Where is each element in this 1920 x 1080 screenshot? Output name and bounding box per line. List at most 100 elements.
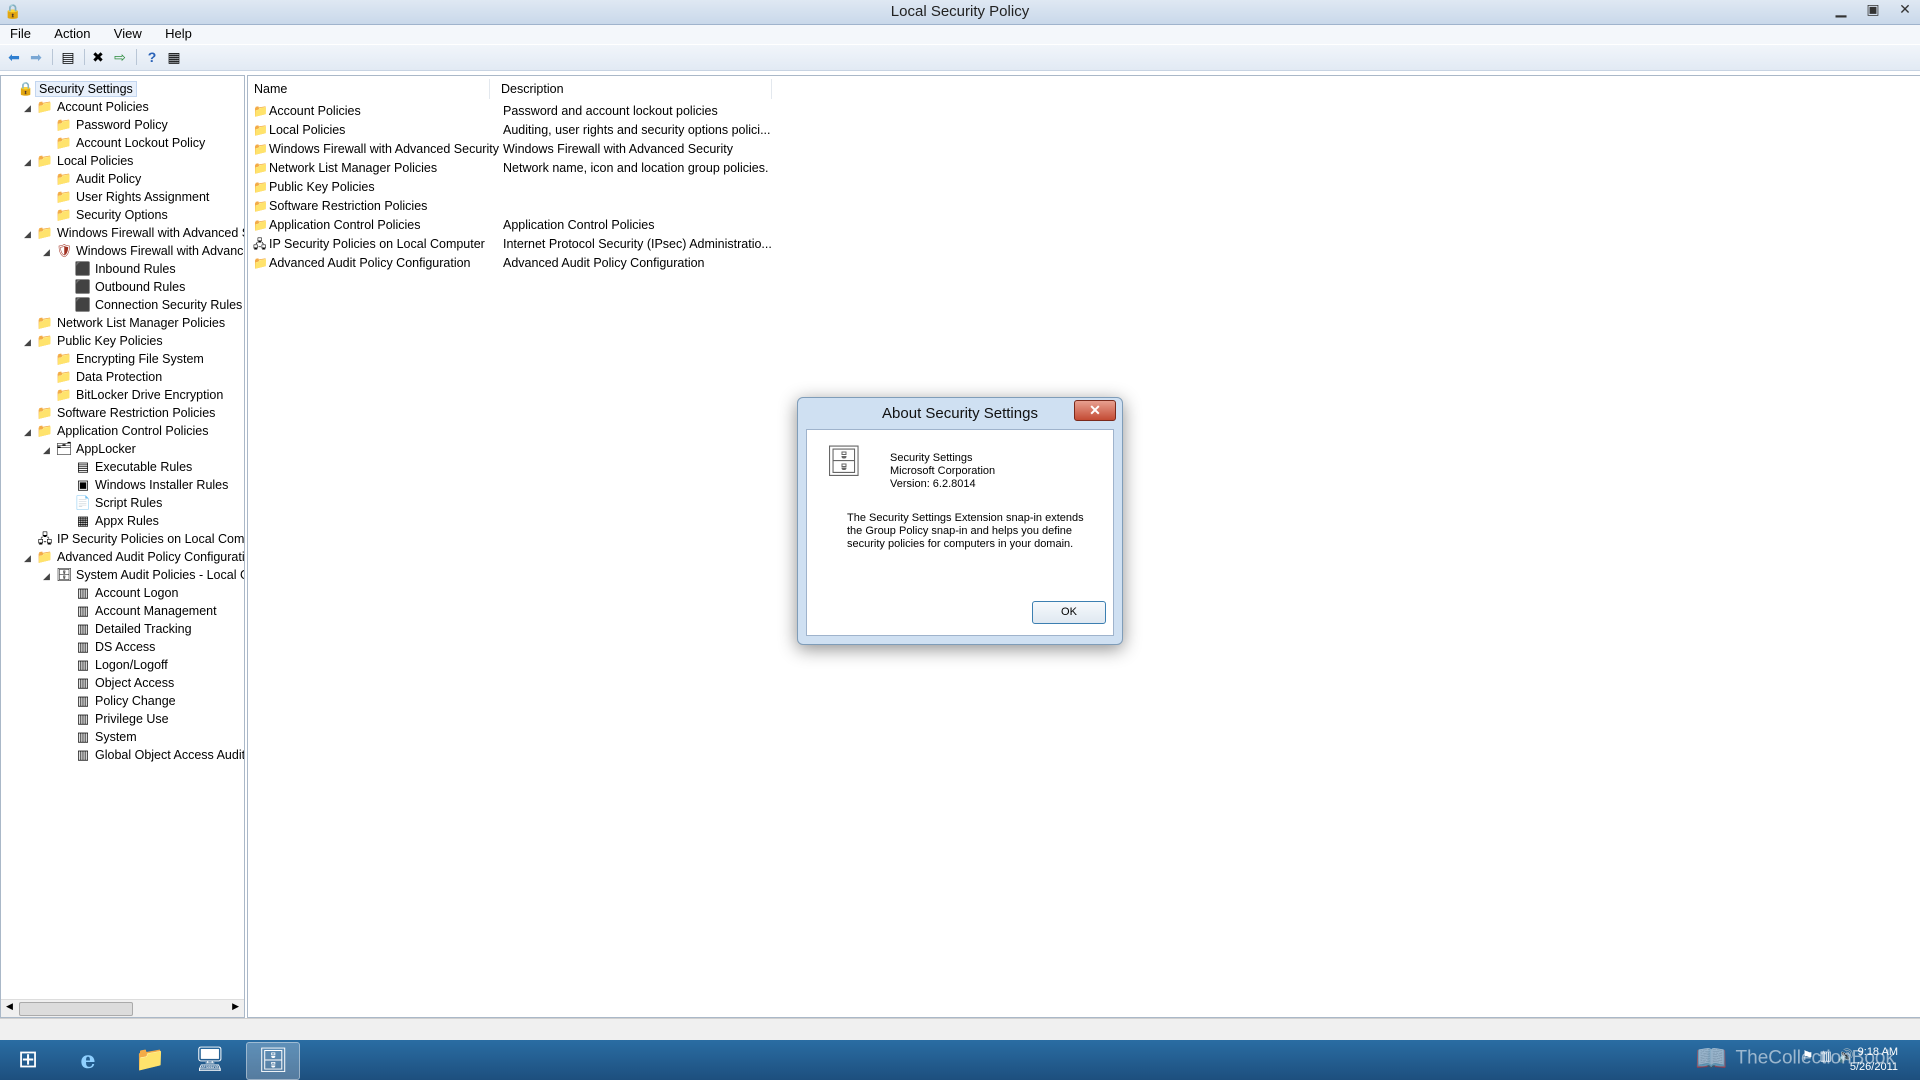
tree-item[interactable]: ⬛ Inbound Rules xyxy=(62,260,179,278)
tree-item[interactable]: 📁 Password Policy xyxy=(43,116,171,134)
folder-icon: 📁 xyxy=(55,387,73,402)
tree-item[interactable]: ▥ DS Access xyxy=(62,638,158,656)
tree-item[interactable]: 🔒 Security Settings xyxy=(5,80,137,98)
expand-arrow-icon[interactable]: ◢ xyxy=(24,99,36,117)
list-item[interactable]: 📁Application Control Policies Application… xyxy=(253,216,654,235)
internet-explorer-icon[interactable]: e xyxy=(62,1042,114,1078)
show-hide-tree-icon[interactable]: ▤ xyxy=(58,48,78,66)
list-item[interactable]: 📁Software Restriction Policies xyxy=(253,197,503,216)
expand-arrow-icon[interactable]: ◢ xyxy=(24,153,36,171)
scroll-right-icon[interactable]: ▶ xyxy=(232,1001,239,1012)
menu-action[interactable]: Action xyxy=(44,25,100,42)
expand-arrow-icon[interactable]: ◢ xyxy=(24,423,36,441)
tree-item[interactable]: ◢ 📁 Public Key Policies xyxy=(24,332,166,350)
minimize-icon[interactable]: ▁ xyxy=(1832,0,1850,18)
list-item[interactable]: 📁Local Policies Auditing, user rights and… xyxy=(253,121,771,140)
tree-item[interactable]: ▥ Policy Change xyxy=(62,692,179,710)
tree-item[interactable]: 📄 Script Rules xyxy=(62,494,165,512)
list-item-name: Application Control Policies xyxy=(269,218,421,232)
tree-item[interactable]: ◢📁Windows Firewall with Advanced Secu xyxy=(24,224,244,243)
tree-item[interactable]: ▥ Account Management xyxy=(62,602,220,620)
tree-item[interactable]: ▤ Executable Rules xyxy=(62,458,195,476)
expand-arrow-icon[interactable]: ◢ xyxy=(43,441,55,459)
list-item[interactable]: 📁Advanced Audit Policy Configuration Adva… xyxy=(253,254,705,273)
tree-item[interactable]: ⬛ Outbound Rules xyxy=(62,278,188,296)
tree-item[interactable]: ▥ System xyxy=(62,728,140,746)
tree-item[interactable]: 📁 BitLocker Drive Encryption xyxy=(43,386,226,404)
scrollbar-thumb[interactable] xyxy=(19,1002,133,1016)
tree-item[interactable]: 📁 Data Protection xyxy=(43,368,165,386)
audit-item-icon: ▥ xyxy=(76,603,90,618)
control-panel-icon[interactable]: 🖥 xyxy=(184,1042,236,1078)
list-item[interactable]: 📁Account Policies Password and account lo… xyxy=(253,102,718,121)
tree-item[interactable]: ▥ Detailed Tracking xyxy=(62,620,195,638)
list-item[interactable]: 📁Network List Manager Policies Network na… xyxy=(253,159,768,178)
local-security-policy-task[interactable]: 🗄 xyxy=(246,1042,300,1080)
tree-item[interactable]: ⬛ Connection Security Rules xyxy=(62,296,244,314)
dialog-close-button[interactable]: ✕ xyxy=(1074,400,1116,421)
ok-button[interactable]: OK xyxy=(1032,601,1106,624)
tree-item-label: Object Access xyxy=(95,676,175,690)
tree-item[interactable]: ◢ 📁 Local Policies xyxy=(24,152,136,170)
tree-item[interactable]: ◢ 🗂 AppLocker xyxy=(43,440,139,458)
tree-item[interactable]: 📁 Network List Manager Policies xyxy=(24,314,228,332)
list-item[interactable]: 📁Public Key Policies xyxy=(253,178,503,197)
tree-item[interactable]: 🖧 IP Security Policies on Local Compute xyxy=(24,530,244,548)
tree-item[interactable]: ▥ Global Object Access Auditing xyxy=(62,746,244,764)
file-explorer-icon[interactable]: 📁 xyxy=(124,1042,176,1078)
tree-item[interactable]: ◢ 📁 Advanced Audit Policy Configuration xyxy=(24,548,244,567)
tree-item[interactable]: 📁 Account Lockout Policy xyxy=(43,134,208,152)
column-header-name[interactable]: Name xyxy=(254,79,490,99)
audit-item-icon: ▥ xyxy=(76,675,90,690)
maximize-icon[interactable]: ▣ xyxy=(1864,0,1882,18)
tree-item-label: Account Logon xyxy=(95,586,179,600)
folder-lock-icon: 📁 xyxy=(253,104,268,118)
menu-view[interactable]: View xyxy=(104,25,152,42)
close-icon[interactable]: ✕ xyxy=(1896,0,1914,18)
expand-arrow-icon[interactable]: ◢ xyxy=(24,333,36,351)
tree-item[interactable]: ▥ Object Access xyxy=(62,674,177,692)
menu-file[interactable]: File xyxy=(0,25,41,42)
tree-item[interactable]: ▥ Privilege Use xyxy=(62,710,172,728)
help-icon[interactable]: ? xyxy=(142,48,162,66)
list-item[interactable]: 🖧 IP Security Policies on Local Computer I… xyxy=(253,235,772,254)
delete-icon[interactable]: ✖ xyxy=(88,48,108,66)
tree-item[interactable]: 📁 Encrypting File System xyxy=(43,350,207,368)
forward-icon[interactable]: ➡ xyxy=(26,48,46,66)
tree-item[interactable]: ◢ 📁 Account Policies xyxy=(24,98,152,116)
scroll-left-icon[interactable]: ◀ xyxy=(6,1001,13,1012)
tree-item[interactable]: 📁 Audit Policy xyxy=(43,170,144,188)
menu-help[interactable]: Help xyxy=(155,25,202,42)
tree-item[interactable]: ▥ Logon/Logoff xyxy=(62,656,171,674)
tree-item[interactable]: 📁 Security Options xyxy=(43,206,171,224)
tree-item[interactable]: ▥ Account Logon xyxy=(62,584,181,602)
folder-icon: 📁 xyxy=(253,256,268,270)
start-button[interactable]: ⊞ xyxy=(2,1042,54,1078)
tree-item[interactable]: 📁 Software Restriction Policies xyxy=(24,404,218,422)
horizontal-scrollbar[interactable]: ◀ ▶ xyxy=(1,999,244,1017)
expand-arrow-icon[interactable]: ◢ xyxy=(43,243,55,261)
tree-item[interactable]: ▦ Appx Rules xyxy=(62,512,162,530)
tree-item-label: Application Control Policies xyxy=(57,424,209,438)
folder-lock-icon: 📁 xyxy=(253,123,268,137)
tree-item-label: BitLocker Drive Encryption xyxy=(76,388,224,402)
tree-item-label: Inbound Rules xyxy=(95,262,176,276)
tree-item[interactable]: 📁 User Rights Assignment xyxy=(43,188,212,206)
export-list-icon[interactable]: ⇨ xyxy=(110,48,130,66)
column-header-description[interactable]: Description xyxy=(501,79,772,99)
expand-arrow-icon[interactable]: ◢ xyxy=(24,549,36,567)
expand-arrow-icon[interactable]: ◢ xyxy=(43,567,55,585)
tree-item-label: Account Management xyxy=(95,604,217,618)
list-item[interactable]: 📁Windows Firewall with Advanced Security… xyxy=(253,140,733,159)
tree-item-label: Audit Policy xyxy=(76,172,142,186)
tree-pane[interactable]: 🔒 Security Settings ◢ 📁 Account Policies 📁 Pas… xyxy=(0,75,245,1018)
tree-item[interactable]: ▣ Windows Installer Rules xyxy=(62,476,231,494)
back-icon[interactable]: ⬅ xyxy=(4,48,24,66)
tree-item[interactable]: ◢ 🛡 Windows Firewall with Advanced xyxy=(43,242,244,261)
tree-item[interactable]: ◢🗄System Audit Policies - Local Grou xyxy=(43,566,244,585)
list-item-description: Network name, icon and location group po… xyxy=(503,161,769,175)
properties-icon[interactable]: ▦ xyxy=(164,48,184,66)
tree-item[interactable]: ◢ 📁 Application Control Policies xyxy=(24,422,211,440)
list-item-name: Account Policies xyxy=(269,104,361,118)
expand-arrow-icon[interactable]: ◢ xyxy=(24,225,36,243)
